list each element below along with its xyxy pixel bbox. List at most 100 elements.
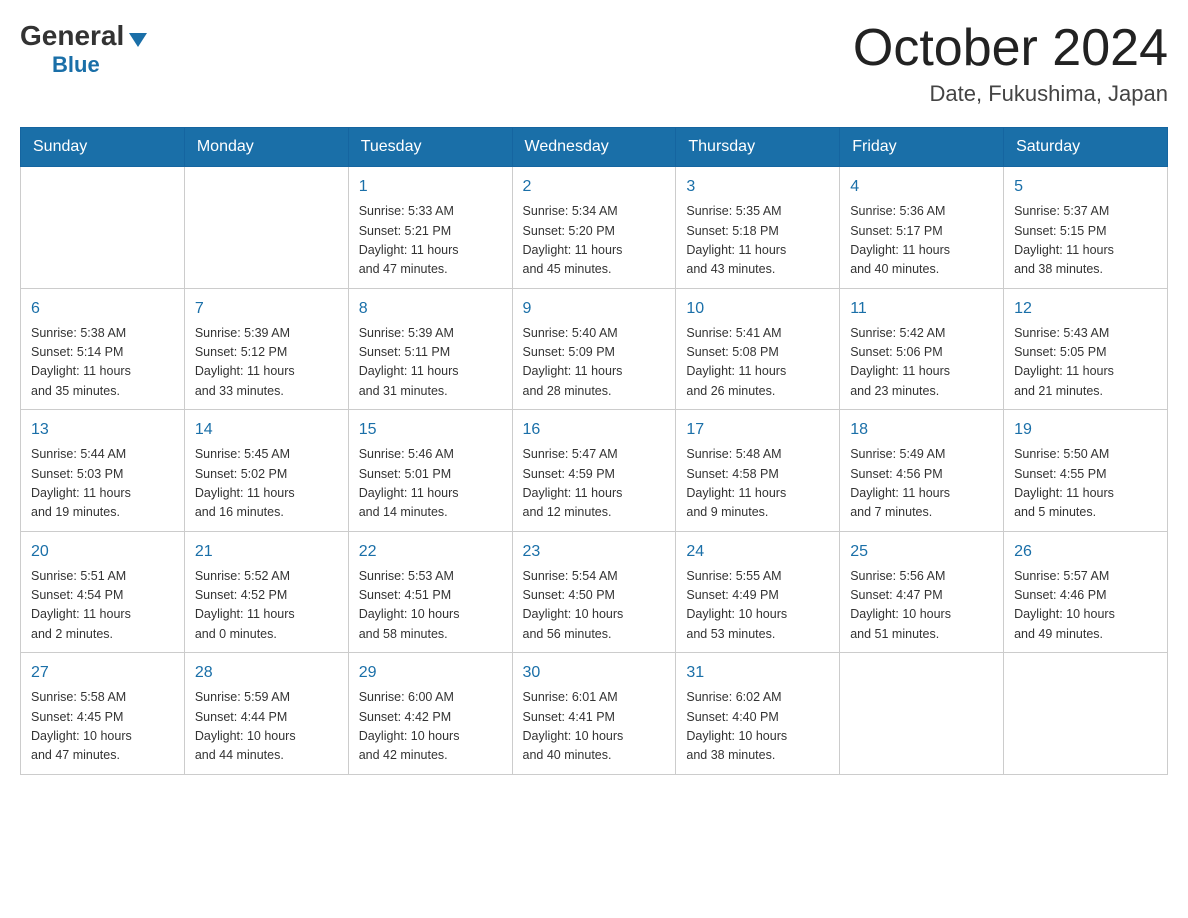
calendar-cell: [184, 167, 348, 289]
day-info: Sunrise: 5:51 AM Sunset: 4:54 PM Dayligh…: [31, 567, 174, 645]
weekday-header-tuesday: Tuesday: [348, 128, 512, 167]
logo: General Blue: [20, 20, 147, 78]
calendar-cell: 7 Sunrise: 5:39 AM Sunset: 5:12 PM Daylig…: [184, 288, 348, 410]
day-number: 17: [686, 418, 829, 442]
calendar-cell: 12 Sunrise: 5:43 AM Sunset: 5:05 PM Dayli…: [1004, 288, 1168, 410]
day-number: 6: [31, 297, 174, 321]
day-info: Sunrise: 5:42 AM Sunset: 5:06 PM Dayligh…: [850, 324, 993, 402]
calendar-cell: 4 Sunrise: 5:36 AM Sunset: 5:17 PM Daylig…: [840, 167, 1004, 289]
day-info: Sunrise: 5:52 AM Sunset: 4:52 PM Dayligh…: [195, 567, 338, 645]
day-number: 19: [1014, 418, 1157, 442]
day-info: Sunrise: 5:41 AM Sunset: 5:08 PM Dayligh…: [686, 324, 829, 402]
day-number: 8: [359, 297, 502, 321]
calendar-cell: [1004, 653, 1168, 775]
day-number: 28: [195, 661, 338, 685]
weekday-header-sunday: Sunday: [21, 128, 185, 167]
day-number: 3: [686, 175, 829, 199]
day-number: 29: [359, 661, 502, 685]
day-info: Sunrise: 6:02 AM Sunset: 4:40 PM Dayligh…: [686, 688, 829, 766]
day-number: 9: [523, 297, 666, 321]
calendar-cell: 11 Sunrise: 5:42 AM Sunset: 5:06 PM Dayli…: [840, 288, 1004, 410]
day-info: Sunrise: 5:48 AM Sunset: 4:58 PM Dayligh…: [686, 445, 829, 523]
day-info: Sunrise: 5:50 AM Sunset: 4:55 PM Dayligh…: [1014, 445, 1157, 523]
day-info: Sunrise: 5:34 AM Sunset: 5:20 PM Dayligh…: [523, 202, 666, 280]
day-info: Sunrise: 5:36 AM Sunset: 5:17 PM Dayligh…: [850, 202, 993, 280]
calendar-cell: 20 Sunrise: 5:51 AM Sunset: 4:54 PM Dayli…: [21, 531, 185, 653]
day-number: 2: [523, 175, 666, 199]
calendar-cell: 31 Sunrise: 6:02 AM Sunset: 4:40 PM Dayli…: [676, 653, 840, 775]
calendar-cell: 28 Sunrise: 5:59 AM Sunset: 4:44 PM Dayli…: [184, 653, 348, 775]
day-info: Sunrise: 5:37 AM Sunset: 5:15 PM Dayligh…: [1014, 202, 1157, 280]
day-info: Sunrise: 5:56 AM Sunset: 4:47 PM Dayligh…: [850, 567, 993, 645]
calendar-cell: 1Sunrise: 5:33 AM Sunset: 5:21 PM Daylig…: [348, 167, 512, 289]
day-number: 21: [195, 540, 338, 564]
calendar-cell: 8Sunrise: 5:39 AM Sunset: 5:11 PM Daylig…: [348, 288, 512, 410]
day-number: 13: [31, 418, 174, 442]
day-number: 11: [850, 297, 993, 321]
logo-blue-text: Blue: [52, 52, 100, 77]
day-info: Sunrise: 5:54 AM Sunset: 4:50 PM Dayligh…: [523, 567, 666, 645]
calendar-cell: 13 Sunrise: 5:44 AM Sunset: 5:03 PM Dayli…: [21, 410, 185, 532]
calendar-cell: 24 Sunrise: 5:55 AM Sunset: 4:49 PM Dayli…: [676, 531, 840, 653]
day-info: Sunrise: 5:46 AM Sunset: 5:01 PM Dayligh…: [359, 445, 502, 523]
calendar-cell: 15 Sunrise: 5:46 AM Sunset: 5:01 PM Dayli…: [348, 410, 512, 532]
day-info: Sunrise: 5:58 AM Sunset: 4:45 PM Dayligh…: [31, 688, 174, 766]
day-number: 15: [359, 418, 502, 442]
location-title: Date, Fukushima, Japan: [853, 81, 1168, 107]
calendar-cell: 10 Sunrise: 5:41 AM Sunset: 5:08 PM Dayli…: [676, 288, 840, 410]
day-info: Sunrise: 5:43 AM Sunset: 5:05 PM Dayligh…: [1014, 324, 1157, 402]
week-row-5: 27 Sunrise: 5:58 AM Sunset: 4:45 PM Dayli…: [21, 653, 1168, 775]
day-info: Sunrise: 5:45 AM Sunset: 5:02 PM Dayligh…: [195, 445, 338, 523]
weekday-header-friday: Friday: [840, 128, 1004, 167]
day-info: Sunrise: 5:47 AM Sunset: 4:59 PM Dayligh…: [523, 445, 666, 523]
day-info: Sunrise: 5:53 AM Sunset: 4:51 PM Dayligh…: [359, 567, 502, 645]
month-title: October 2024: [853, 20, 1168, 77]
day-number: 10: [686, 297, 829, 321]
day-info: Sunrise: 5:55 AM Sunset: 4:49 PM Dayligh…: [686, 567, 829, 645]
header: General Blue October 2024 Date, Fukushim…: [20, 20, 1168, 107]
day-info: Sunrise: 5:38 AM Sunset: 5:14 PM Dayligh…: [31, 324, 174, 402]
week-row-1: 1Sunrise: 5:33 AM Sunset: 5:21 PM Daylig…: [21, 167, 1168, 289]
title-area: October 2024 Date, Fukushima, Japan: [853, 20, 1168, 107]
day-number: 25: [850, 540, 993, 564]
day-number: 20: [31, 540, 174, 564]
day-info: Sunrise: 5:44 AM Sunset: 5:03 PM Dayligh…: [31, 445, 174, 523]
week-row-3: 13 Sunrise: 5:44 AM Sunset: 5:03 PM Dayli…: [21, 410, 1168, 532]
day-info: Sunrise: 5:57 AM Sunset: 4:46 PM Dayligh…: [1014, 567, 1157, 645]
day-number: 31: [686, 661, 829, 685]
weekday-header-thursday: Thursday: [676, 128, 840, 167]
calendar-cell: 23 Sunrise: 5:54 AM Sunset: 4:50 PM Dayli…: [512, 531, 676, 653]
weekday-header-saturday: Saturday: [1004, 128, 1168, 167]
calendar-cell: 16 Sunrise: 5:47 AM Sunset: 4:59 PM Dayli…: [512, 410, 676, 532]
calendar-cell: 25 Sunrise: 5:56 AM Sunset: 4:47 PM Dayli…: [840, 531, 1004, 653]
day-number: 7: [195, 297, 338, 321]
calendar-cell: 14Sunrise: 5:45 AM Sunset: 5:02 PM Dayli…: [184, 410, 348, 532]
day-info: Sunrise: 6:00 AM Sunset: 4:42 PM Dayligh…: [359, 688, 502, 766]
calendar-cell: 21 Sunrise: 5:52 AM Sunset: 4:52 PM Dayli…: [184, 531, 348, 653]
day-number: 12: [1014, 297, 1157, 321]
calendar-cell: 17 Sunrise: 5:48 AM Sunset: 4:58 PM Dayli…: [676, 410, 840, 532]
calendar-cell: 26 Sunrise: 5:57 AM Sunset: 4:46 PM Dayli…: [1004, 531, 1168, 653]
day-number: 24: [686, 540, 829, 564]
day-number: 1: [359, 175, 502, 199]
day-number: 27: [31, 661, 174, 685]
day-info: Sunrise: 5:35 AM Sunset: 5:18 PM Dayligh…: [686, 202, 829, 280]
week-row-4: 20 Sunrise: 5:51 AM Sunset: 4:54 PM Dayli…: [21, 531, 1168, 653]
day-number: 23: [523, 540, 666, 564]
day-number: 30: [523, 661, 666, 685]
day-number: 16: [523, 418, 666, 442]
calendar-cell: 27 Sunrise: 5:58 AM Sunset: 4:45 PM Dayli…: [21, 653, 185, 775]
day-number: 4: [850, 175, 993, 199]
logo-triangle-icon: [129, 33, 147, 47]
weekday-header-monday: Monday: [184, 128, 348, 167]
day-info: Sunrise: 5:49 AM Sunset: 4:56 PM Dayligh…: [850, 445, 993, 523]
calendar-cell: 5Sunrise: 5:37 AM Sunset: 5:15 PM Daylig…: [1004, 167, 1168, 289]
calendar-table: SundayMondayTuesdayWednesdayThursdayFrid…: [20, 127, 1168, 775]
day-info: Sunrise: 5:59 AM Sunset: 4:44 PM Dayligh…: [195, 688, 338, 766]
calendar-cell: 22 Sunrise: 5:53 AM Sunset: 4:51 PM Dayli…: [348, 531, 512, 653]
calendar-cell: 19 Sunrise: 5:50 AM Sunset: 4:55 PM Dayli…: [1004, 410, 1168, 532]
day-info: Sunrise: 5:39 AM Sunset: 5:12 PM Dayligh…: [195, 324, 338, 402]
day-number: 26: [1014, 540, 1157, 564]
day-number: 22: [359, 540, 502, 564]
calendar-cell: 29 Sunrise: 6:00 AM Sunset: 4:42 PM Dayli…: [348, 653, 512, 775]
